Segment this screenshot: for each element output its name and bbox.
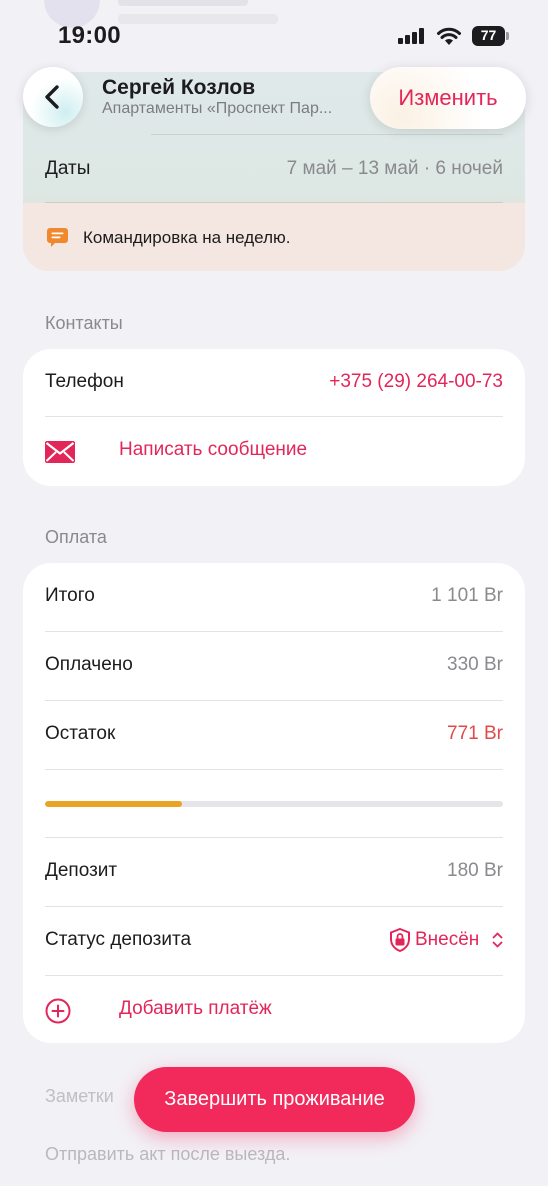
phone-label: Телефон: [45, 371, 124, 392]
notes-section-title: Заметки: [45, 1086, 114, 1106]
booking-note-row: Командировка на неделю.: [23, 203, 525, 271]
battery-icon: 77: [472, 26, 510, 46]
deposit-label: Депозит: [45, 860, 118, 881]
chevron-up-down-icon: [492, 932, 503, 948]
contacts-section-title: Контакты: [45, 313, 123, 333]
divider: [151, 134, 503, 135]
deposit-value: 180 Br: [447, 860, 503, 881]
paid-label: Оплачено: [45, 654, 133, 675]
payment-card: Итого 1 101 Br Оплачено 330 Br Остаток 7…: [23, 563, 525, 1043]
notes-text: Отправить акт после выезда.: [45, 1144, 291, 1164]
edit-button[interactable]: Изменить: [370, 67, 526, 129]
plus-circle-icon: [45, 998, 71, 1024]
total-row: Итого 1 101 Br: [45, 563, 503, 631]
contacts-card: Телефон +375 (29) 264-00-73 Написать соо…: [23, 349, 525, 486]
deposit-status-picker[interactable]: Внесён: [389, 927, 503, 953]
deposit-row: Депозит 180 Br: [45, 838, 503, 906]
divider: [45, 769, 503, 770]
deposit-status-value: Внесён: [415, 929, 480, 950]
battery-level: 77: [480, 27, 497, 43]
total-label: Итого: [45, 585, 95, 606]
paid-row: Оплачено 330 Br: [45, 632, 503, 700]
add-payment-row[interactable]: Добавить платёж: [45, 976, 503, 1044]
status-time: 19:00: [58, 22, 121, 49]
deposit-status-row[interactable]: Статус депозита Внесён: [45, 907, 503, 975]
chevron-left-icon: [45, 85, 59, 109]
dates-label: Даты: [45, 158, 91, 179]
paid-value: 330 Br: [447, 654, 503, 675]
send-message-label: Написать сообщение: [119, 439, 308, 460]
dates-value: 7 май – 13 май · 6 ночей: [286, 158, 503, 179]
note-bubble-icon: [47, 228, 68, 247]
booking-note-text: Командировка на неделю.: [83, 228, 291, 247]
guest-name: Сергей Козлов: [102, 76, 256, 99]
payment-progress-bar: [45, 801, 503, 807]
phone-row[interactable]: Телефон +375 (29) 264-00-73: [45, 349, 503, 417]
lock-shield-icon: [390, 928, 410, 952]
status-bar: 19:00 77: [0, 18, 548, 54]
payment-progress-fill: [45, 801, 183, 807]
add-payment-label: Добавить платёж: [119, 998, 272, 1019]
envelope-icon: [45, 441, 75, 463]
total-value: 1 101 Br: [431, 585, 503, 606]
dates-row: Даты 7 май – 13 май · 6 ночей: [45, 154, 503, 184]
send-message-row[interactable]: Написать сообщение: [45, 417, 503, 485]
back-button[interactable]: [23, 67, 83, 127]
finish-stay-button[interactable]: Завершить проживание: [134, 1067, 415, 1132]
wifi-icon: [437, 27, 461, 45]
remaining-row: Остаток 771 Br: [45, 701, 503, 769]
property-name: Апартаменты «Проспект Пар...: [102, 100, 333, 117]
remaining-label: Остаток: [45, 723, 116, 744]
deposit-status-label: Статус депозита: [45, 929, 192, 950]
cellular-signal-icon: [398, 28, 424, 44]
phone-value[interactable]: +375 (29) 264-00-73: [329, 371, 503, 393]
payment-section-title: Оплата: [45, 527, 107, 547]
remaining-value: 771 Br: [447, 723, 503, 744]
